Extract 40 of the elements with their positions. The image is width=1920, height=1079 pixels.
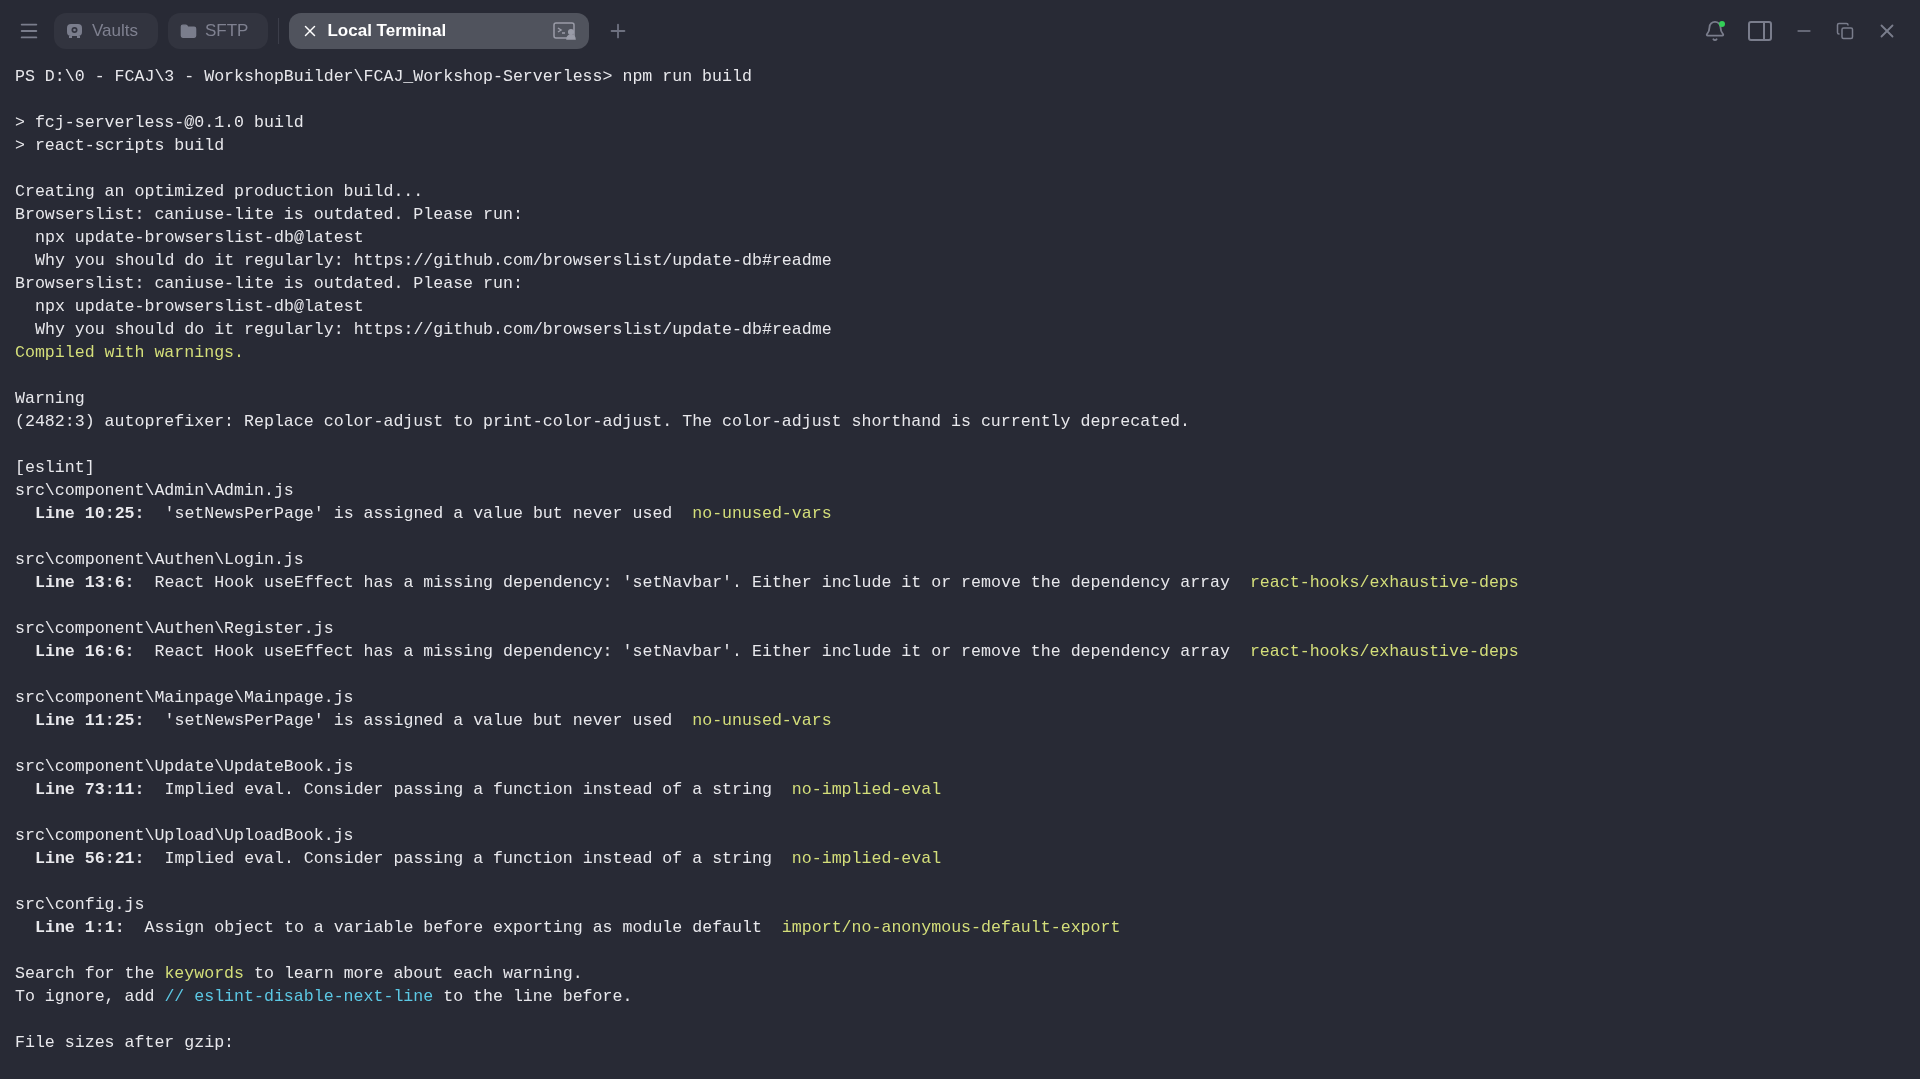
terminal-line: Why you should do it regularly: https://github.com/browserslist/update-db#readme bbox=[34, 319, 832, 341]
terminal-line: Compiled with warnings. bbox=[15, 342, 245, 364]
tab[interactable]: Vaults bbox=[54, 13, 158, 49]
tab[interactable]: Local Terminal bbox=[289, 13, 590, 49]
terminal-line: src\component\Authen\Register.js bbox=[15, 618, 334, 640]
terminal-line: Why you should do it regularly: https://github.com/browserslist/update-db#readme bbox=[34, 250, 832, 272]
terminal-line: Line 11:25: 'setNewsPerPage' is assigned a value but never used no-unused-vars bbox=[34, 710, 832, 732]
terminal-line: Browserslist: caniuse-lite is outdated. Please run: bbox=[15, 273, 523, 295]
terminal-line: Line 16:6: React Hook useEffect has a missing dependency: 'setNavbar'. Either include it or remove the dependency array react-hooks/exhaustive-deps bbox=[34, 641, 1519, 663]
terminal-line: Line 73:11: Implied eval. Consider passing a function instead of a string no-implied-eval bbox=[34, 779, 942, 801]
vault-icon bbox=[66, 23, 84, 39]
terminal-line: Line 10:25: 'setNewsPerPage' is assigned a value but never used no-unused-vars bbox=[34, 503, 832, 525]
notification-icon[interactable] bbox=[1704, 20, 1726, 42]
terminal-line: > react-scripts build bbox=[15, 135, 225, 157]
terminal-line: (2482:3) autoprefixer: Replace color-adjust to print-color-adjust. The color-adjust shorthand is currently deprecated. bbox=[15, 411, 1191, 433]
terminal-line: Creating an optimized production build... bbox=[15, 181, 424, 203]
terminal-line: src\component\Upload\UploadBook.js bbox=[15, 825, 354, 847]
terminal-line: src\component\Authen\Login.js bbox=[15, 549, 304, 571]
terminal-line: npx update-browserslist-db@latest bbox=[34, 227, 364, 249]
terminal-line: Line 1:1: Assign object to a variable before exporting as module default import/no-anonymous-default-export bbox=[34, 917, 1121, 939]
terminal-line: Browserslist: caniuse-lite is outdated. Please run: bbox=[15, 204, 523, 226]
terminal-user-icon bbox=[553, 21, 578, 41]
terminal-line: src\component\Update\UpdateBook.js bbox=[15, 756, 354, 778]
terminal-line: Warning bbox=[15, 388, 85, 410]
folder-icon bbox=[180, 22, 197, 40]
terminal-line: src\component\Mainpage\Mainpage.js bbox=[15, 687, 354, 709]
terminal-line: Line 56:21: Implied eval. Consider passing a function instead of a string no-implied-eval bbox=[34, 848, 942, 870]
terminal-line: src\component\Admin\Admin.js bbox=[15, 480, 294, 502]
tab[interactable]: SFTP bbox=[168, 13, 269, 49]
side-panel-icon[interactable] bbox=[1748, 21, 1772, 41]
terminal-line: PS D:\0 - FCAJ\3 - WorkshopBuilder\FCAJ_Workshop-Serverless> npm run build bbox=[15, 66, 752, 88]
terminal-line: Search for the keywords to learn more about each warning. bbox=[15, 963, 583, 985]
terminal-line: To ignore, add // eslint-disable-next-line to the line before. bbox=[15, 986, 633, 1008]
terminal-line: src\config.js bbox=[15, 894, 145, 916]
terminal-line: npx update-browserslist-db@latest bbox=[34, 296, 364, 318]
terminal-line: > fcj-serverless-@0.1.0 build bbox=[15, 112, 304, 134]
restore-icon[interactable] bbox=[1836, 22, 1854, 40]
terminal-line: File sizes after gzip: bbox=[15, 1032, 235, 1054]
terminal-line: Line 13:6: React Hook useEffect has a missing dependency: 'setNavbar'. Either include it or remove the dependency array react-hooks/exhaustive-deps bbox=[34, 572, 1519, 594]
terminal-line: [eslint] bbox=[15, 457, 95, 479]
